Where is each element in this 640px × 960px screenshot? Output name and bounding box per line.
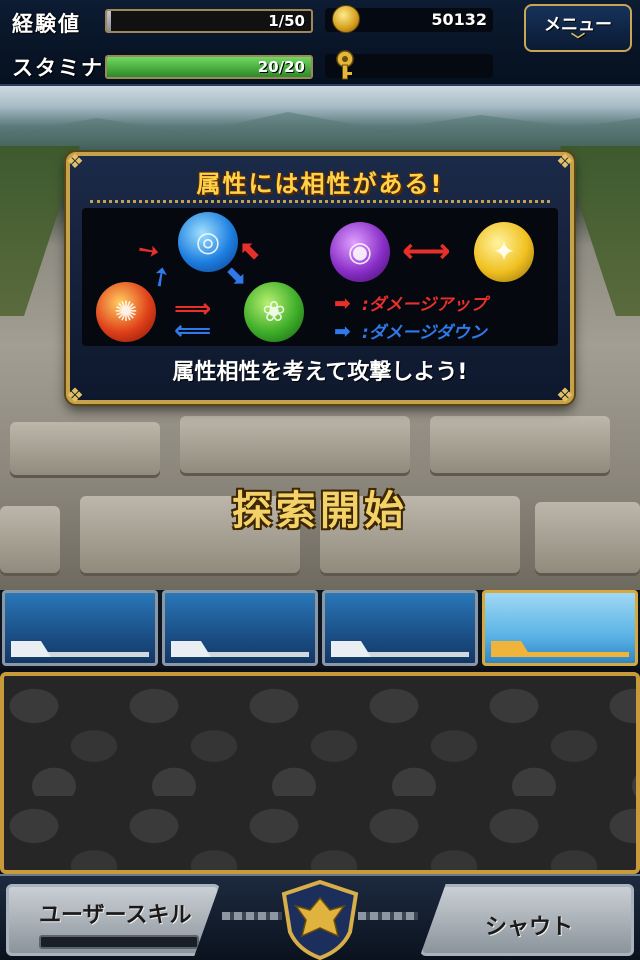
exploration-start-text: 探索開始 (232, 488, 408, 534)
status-header: 経験値 1/50 スタミナ 20/20 50132 メニュー ﹀ (0, 0, 640, 86)
stamina-label: スタミナ (12, 56, 104, 80)
shout-label: シャウト (485, 915, 574, 940)
chevron-down-icon: ﹀ (571, 33, 585, 49)
exp-bar-fill (107, 11, 112, 31)
coin-icon (332, 5, 360, 33)
corner-ornament-icon: ❖ (556, 383, 574, 407)
user-skill-label: ユーザースキル (39, 903, 192, 928)
fire-orb-icon: ✺ (96, 282, 156, 342)
cobblestone (180, 416, 410, 476)
party-slot-4[interactable] (482, 590, 638, 666)
legend-blue-arrow-icon: ➡ (334, 319, 351, 343)
slot-tag (171, 641, 211, 657)
stamina-value: 20/20 (257, 58, 305, 76)
shout-button[interactable]: シャウト (420, 884, 634, 956)
light-orb-icon: ✦ (474, 222, 534, 282)
gold-value: 50132 (431, 10, 487, 29)
party-slot-3[interactable] (322, 590, 478, 666)
slot-tag (491, 641, 531, 657)
cobblestone (10, 422, 160, 478)
tutorial-title: 属性には相性がある! (196, 170, 444, 198)
user-skill-button[interactable]: ユーザースキル (6, 884, 220, 956)
puzzle-board[interactable] (0, 672, 640, 874)
arrow-down-icon: ➚ (143, 258, 179, 296)
key-icon (336, 50, 354, 80)
slot-tag (11, 641, 51, 657)
wood-orb-icon: ❀ (244, 282, 304, 342)
menu-button[interactable]: メニュー ﹀ (524, 4, 632, 52)
title-divider (90, 200, 550, 203)
double-arrow-icon: ⟷ (402, 231, 451, 271)
legend-damage-up: :ダメージアップ (362, 295, 487, 315)
dark-orb-icon: ◉ (330, 222, 390, 282)
attribute-diagram: ◎ ✺ ❀ ◉ ✦ ➘ ➚ ⬉ ⬊ ⟹ ⟸ ⟷ ➡ :ダメージアップ ➡ :ダメ… (82, 208, 558, 346)
party-slots (0, 590, 640, 668)
arrow-down-icon: ⟸ (174, 316, 212, 346)
bottom-action-bar: ユーザースキル シャウト (0, 874, 640, 960)
exp-bar: 1/50 (105, 9, 313, 33)
legend-damage-down: :ダメージダウン (362, 323, 487, 343)
party-slot-2[interactable] (162, 590, 318, 666)
tutorial-footer: 属性相性を考えて攻撃しよう! (172, 360, 468, 385)
skill-gauge (39, 935, 199, 949)
attribute-tutorial-panel: ❖ ❖ ❖ ❖ 属性には相性がある! ◎ ✺ ❀ ◉ ✦ ➘ ➚ ⬉ ⬊ ⟹ ⟸… (66, 150, 574, 407)
legend-red-arrow-icon: ➡ (334, 291, 351, 315)
arrow-down-icon: ⬊ (224, 260, 246, 290)
exp-value: 1/50 (268, 12, 305, 30)
background-hills (0, 112, 640, 160)
phoenix-shield-icon[interactable] (270, 880, 370, 960)
stamina-bar: 20/20 (105, 55, 313, 79)
corner-ornament-icon: ❖ (66, 383, 84, 407)
cobblestone (430, 416, 610, 476)
party-slot-1[interactable] (2, 590, 158, 666)
exp-label: 経験値 (12, 12, 81, 36)
slot-tag (331, 641, 371, 657)
